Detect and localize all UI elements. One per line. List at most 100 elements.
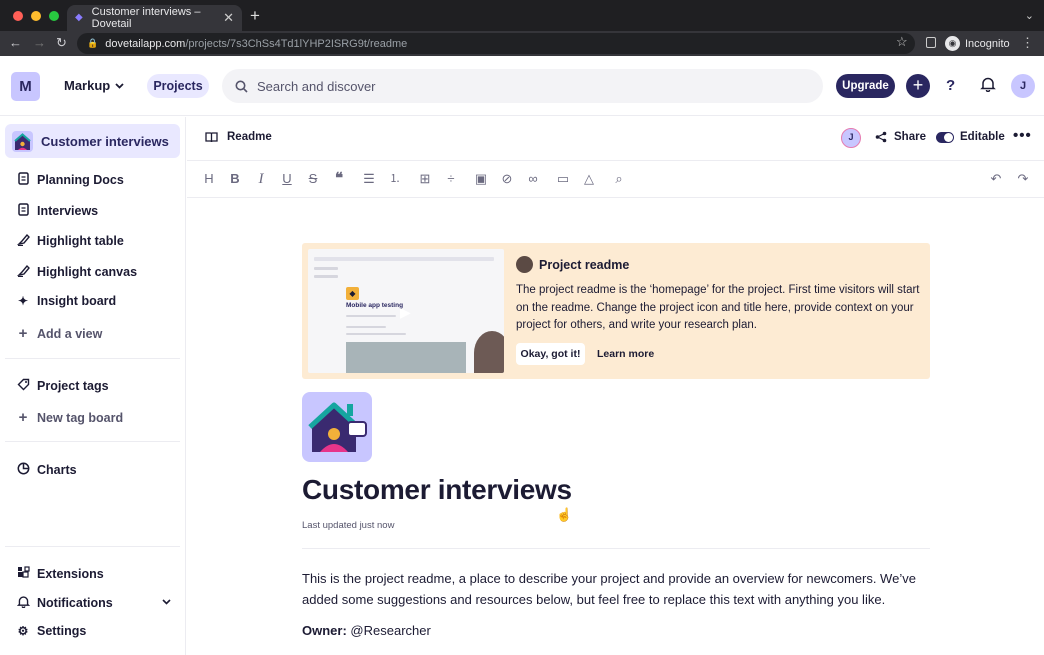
incognito-label: Incognito xyxy=(965,37,1010,50)
search-icon xyxy=(235,80,248,93)
side-panel-icon[interactable] xyxy=(926,37,936,48)
minimize-window-button[interactable] xyxy=(31,11,41,21)
sidebar-item-label: Charts xyxy=(37,463,77,477)
sidebar-item-label: Planning Docs xyxy=(37,173,124,187)
bullet-list-icon[interactable]: ☰ xyxy=(361,171,377,187)
collaborator-avatar[interactable]: J xyxy=(841,128,861,148)
thumb-photo xyxy=(346,342,466,373)
forward-icon[interactable]: → xyxy=(33,35,46,50)
close-tab-icon[interactable]: ✕ xyxy=(223,10,234,26)
thumb-line xyxy=(346,315,396,317)
tag-icon xyxy=(16,378,30,394)
quote-icon[interactable]: ❝ xyxy=(331,171,347,187)
italic-icon[interactable]: I xyxy=(253,171,269,187)
browser-tab-strip: ◆ Customer interviews – Dovetail ✕ + ⌄ xyxy=(0,0,1044,31)
tab-title: Customer interviews – Dovetail xyxy=(91,6,201,30)
drive-icon[interactable]: △ xyxy=(581,171,597,187)
maximize-window-button[interactable] xyxy=(49,11,59,21)
divider-icon[interactable]: ÷ xyxy=(443,171,459,187)
underline-icon[interactable]: U xyxy=(279,171,295,187)
sidebar-item-new-tag-board[interactable]: + New tag board xyxy=(16,409,124,426)
sidebar-item-label: Extensions xyxy=(37,567,104,581)
redo-icon[interactable]: ↷ xyxy=(1015,171,1031,187)
sidebar-item-insight-board[interactable]: ✦ Insight board xyxy=(16,294,116,308)
book-icon xyxy=(205,131,218,142)
chevron-down-icon xyxy=(115,82,124,89)
help-button[interactable]: ? xyxy=(946,77,955,94)
sparkle-icon: ✦ xyxy=(17,294,29,308)
sidebar-item-interviews[interactable]: Interviews xyxy=(16,203,98,219)
sidebar-item-highlight-canvas[interactable]: Highlight canvas xyxy=(16,264,137,280)
strikethrough-icon[interactable]: S xyxy=(305,171,321,187)
back-icon[interactable]: ← xyxy=(9,35,22,50)
sidebar-project-customer-interviews[interactable]: Customer interviews xyxy=(5,124,180,158)
close-window-button[interactable] xyxy=(13,11,23,21)
video-icon[interactable]: ▭ xyxy=(555,171,571,187)
url-host: dovetailapp.com xyxy=(105,37,186,50)
undo-icon[interactable]: ↶ xyxy=(988,171,1004,187)
create-new-button[interactable]: + xyxy=(906,74,930,98)
sidebar-item-notifications[interactable]: Notifications xyxy=(16,595,113,611)
app-header: M Markup Projects Search and discover Up… xyxy=(0,56,1044,116)
search-icon[interactable]: ⌕ xyxy=(611,171,627,187)
attachment-icon[interactable]: ⊘ xyxy=(499,171,515,187)
play-icon[interactable]: ▶ xyxy=(400,304,411,321)
chevron-down-icon[interactable] xyxy=(162,599,171,605)
learn-more-link[interactable]: Learn more xyxy=(597,348,654,360)
image-icon[interactable]: ▣ xyxy=(473,171,489,187)
pie-chart-icon xyxy=(16,462,30,478)
more-options-icon[interactable]: ••• xyxy=(1013,127,1032,144)
upgrade-button[interactable]: Upgrade xyxy=(836,74,895,98)
doc-icon xyxy=(16,203,30,219)
project-thumb-icon: ◆ xyxy=(346,287,359,300)
editable-toggle[interactable] xyxy=(936,132,954,143)
okay-got-it-button[interactable]: Okay, got it! xyxy=(516,343,585,365)
tab-search-icon[interactable]: ⌄ xyxy=(1025,9,1034,22)
projects-button[interactable]: Projects xyxy=(147,74,209,98)
thumb-topbar xyxy=(314,257,494,261)
sidebar-divider xyxy=(5,546,180,547)
project-name: Customer interviews xyxy=(41,133,169,149)
sidebar-item-project-tags[interactable]: Project tags xyxy=(16,378,109,394)
thumb-line xyxy=(314,275,338,278)
incognito-indicator[interactable]: ◉ Incognito xyxy=(945,36,1010,51)
bold-icon[interactable]: B xyxy=(227,171,243,187)
lock-icon: 🔒 xyxy=(87,38,99,48)
owner-line[interactable]: Owner: @Researcher xyxy=(302,623,431,638)
share-button[interactable]: Share xyxy=(875,131,926,143)
search-input[interactable]: Search and discover xyxy=(222,69,823,103)
owner-mention[interactable]: @Researcher xyxy=(350,623,430,638)
sidebar-item-add-view[interactable]: + Add a view xyxy=(16,325,103,342)
readme-paragraph[interactable]: This is the project readme, a place to d… xyxy=(302,568,932,610)
new-tab-icon[interactable]: + xyxy=(250,7,260,24)
sidebar-item-label: Highlight table xyxy=(37,234,124,248)
page-title[interactable]: Customer interviews xyxy=(302,474,572,506)
sidebar-item-extensions[interactable]: Extensions xyxy=(16,566,104,582)
link-icon[interactable]: ∞ xyxy=(525,171,541,187)
table-icon[interactable]: ⊞ xyxy=(417,171,433,187)
user-avatar[interactable]: J xyxy=(1011,74,1035,98)
workspace-avatar[interactable]: M xyxy=(11,72,40,101)
bookmark-star-icon[interactable]: ☆ xyxy=(896,34,908,50)
project-icon[interactable] xyxy=(302,392,372,462)
numbered-list-icon[interactable]: ⒈ xyxy=(387,171,403,187)
share-icon xyxy=(875,131,887,143)
sidebar-item-planning-docs[interactable]: Planning Docs xyxy=(16,172,124,188)
reload-icon[interactable]: ↻ xyxy=(56,35,67,51)
url-path: /projects/7s3ChSs4Td1lYHP2ISRG9t/readme xyxy=(185,37,408,50)
address-bar[interactable]: 🔒 dovetailapp.com/projects/7s3ChSs4Td1lY… xyxy=(77,33,915,54)
sidebar-item-label: Project tags xyxy=(37,379,109,393)
workspace-switcher[interactable]: Markup xyxy=(64,78,124,93)
browser-tab[interactable]: ◆ Customer interviews – Dovetail ✕ xyxy=(67,5,242,31)
share-label: Share xyxy=(894,131,926,143)
heading-icon[interactable]: H xyxy=(201,171,217,187)
sidebar-item-charts[interactable]: Charts xyxy=(16,462,77,478)
browser-menu-icon[interactable]: ⋮ xyxy=(1021,35,1034,51)
video-thumbnail[interactable]: ◆ Mobile app testing ▶ xyxy=(308,249,504,373)
sidebar-item-highlight-table[interactable]: Highlight table xyxy=(16,233,124,249)
thumb-line xyxy=(346,333,406,335)
bell-icon xyxy=(16,595,30,611)
sidebar-item-label: Insight board xyxy=(37,294,117,308)
sidebar-item-settings[interactable]: ⚙ Settings xyxy=(16,624,87,638)
notifications-bell-icon[interactable] xyxy=(980,76,996,92)
